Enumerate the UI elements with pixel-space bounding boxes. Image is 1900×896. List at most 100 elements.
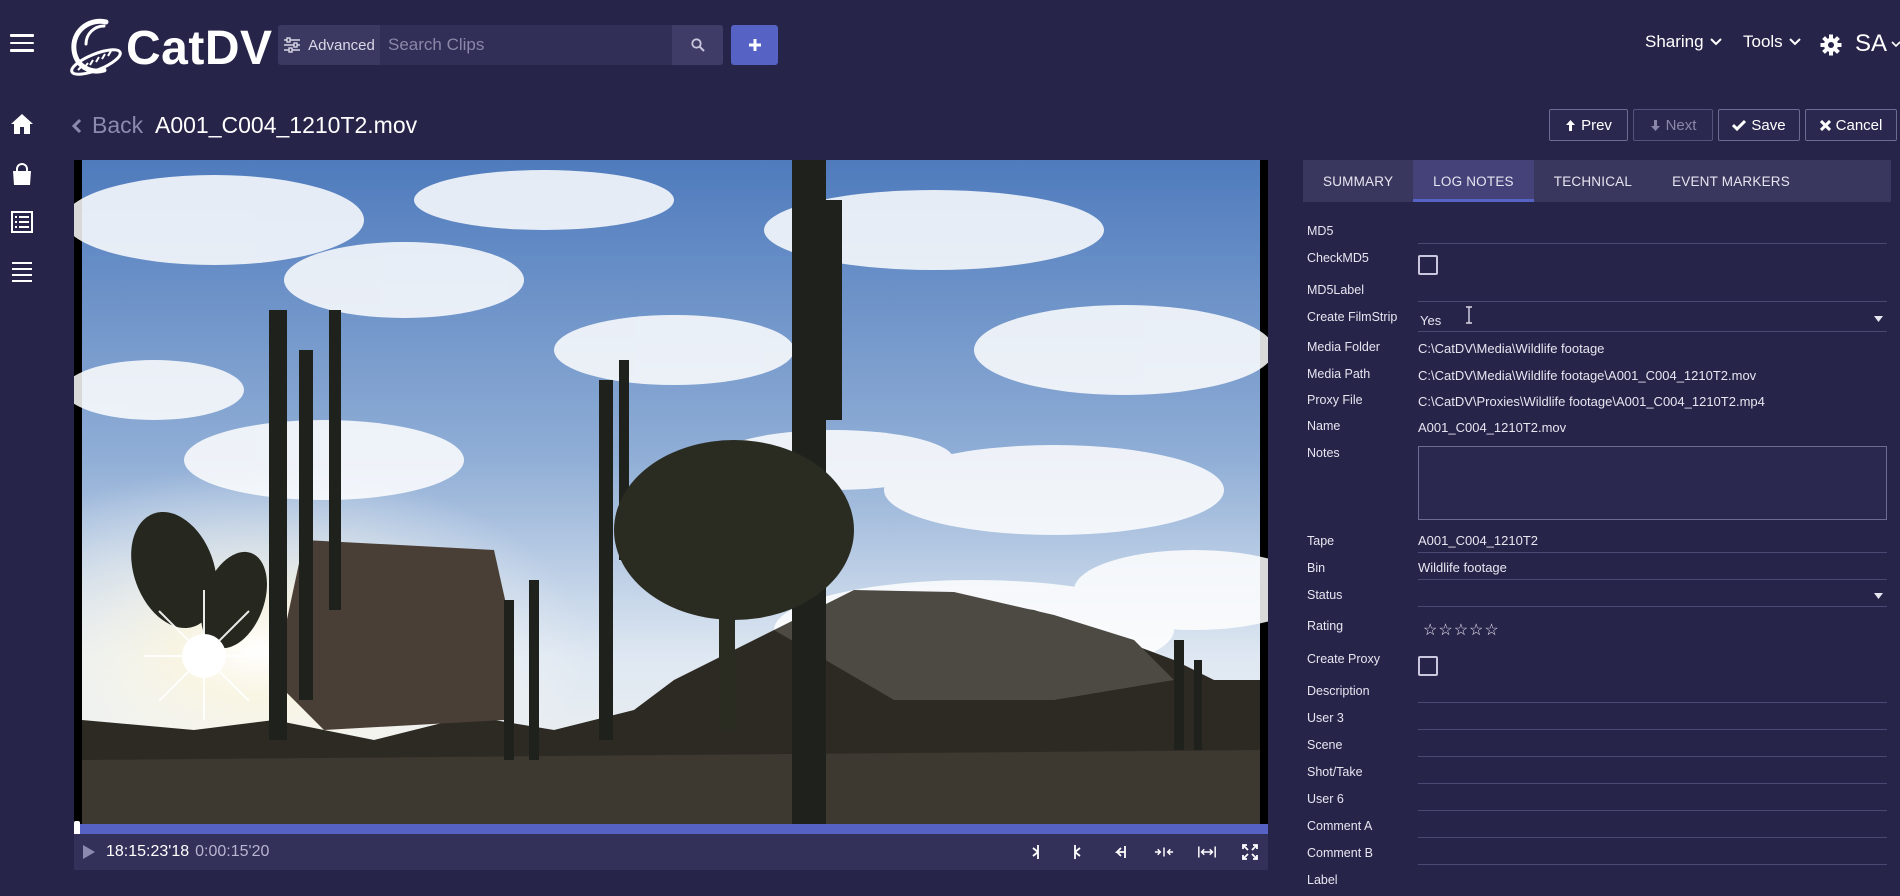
chevron-down-icon xyxy=(1788,38,1801,46)
expand-icon[interactable] xyxy=(1197,842,1217,862)
md5-input[interactable] xyxy=(1418,224,1887,244)
tab-log-notes[interactable]: LOG NOTES xyxy=(1413,160,1534,202)
catdv-logo-mark-icon xyxy=(70,18,122,76)
advanced-search-button[interactable]: Advanced xyxy=(278,25,380,65)
comment-b-input[interactable] xyxy=(1418,845,1887,865)
field-label: Rating xyxy=(1307,619,1344,633)
field-label: Bin xyxy=(1307,561,1326,575)
user-avatar[interactable]: SA xyxy=(1855,30,1900,58)
field-label: Proxy File xyxy=(1307,393,1363,407)
save-button[interactable]: Save xyxy=(1718,109,1800,141)
close-icon xyxy=(1819,119,1831,131)
field-label: Notes xyxy=(1307,446,1340,460)
detail-tabs: SUMMARY LOG NOTES TECHNICAL EVENT MARKER… xyxy=(1303,160,1891,202)
notes-textarea[interactable] xyxy=(1418,446,1887,520)
scrub-bar[interactable] xyxy=(74,821,1268,837)
field-label: Tape xyxy=(1307,534,1335,548)
sliders-icon xyxy=(284,37,301,53)
avatar-initials: SA xyxy=(1855,30,1888,57)
tools-menu[interactable]: Tools xyxy=(1743,32,1801,52)
search-bar: Advanced xyxy=(278,25,723,65)
advanced-label: Advanced xyxy=(308,36,375,54)
player-controls: 18:15:23'18 0:00:15'20 xyxy=(74,834,1268,870)
step-back-icon[interactable] xyxy=(1111,842,1131,862)
mark-in-icon[interactable] xyxy=(1025,842,1045,862)
back-link[interactable]: Back xyxy=(72,112,143,139)
description-input[interactable] xyxy=(1418,683,1887,703)
plus-icon xyxy=(748,39,761,51)
text-cursor-icon xyxy=(1466,306,1472,324)
field-label: Create FilmStrip xyxy=(1307,310,1398,324)
media-path-value: C:\CatDV\Media\Wildlife footage\A001_C00… xyxy=(1418,368,1757,383)
comment-a-input[interactable] xyxy=(1418,818,1887,838)
list-icon[interactable] xyxy=(10,259,34,283)
field-label: MD5 xyxy=(1307,224,1334,238)
bin-input[interactable]: Wildlife footage xyxy=(1418,560,1887,580)
tab-event-markers[interactable]: EVENT MARKERS xyxy=(1652,160,1810,202)
chevron-down-icon xyxy=(1709,38,1722,46)
next-button[interactable]: Next xyxy=(1633,109,1713,141)
field-label: CheckMD5 xyxy=(1307,251,1369,265)
tab-technical[interactable]: TECHNICAL xyxy=(1534,160,1652,202)
fullscreen-icon[interactable] xyxy=(1240,842,1260,862)
field-label: User 6 xyxy=(1307,792,1344,806)
create-filmstrip-select[interactable]: Yes xyxy=(1418,310,1887,332)
mark-out-icon[interactable] xyxy=(1068,842,1088,862)
search-input[interactable] xyxy=(380,25,672,65)
video-player[interactable] xyxy=(74,160,1268,824)
prev-button[interactable]: Prev xyxy=(1549,109,1628,141)
tape-input[interactable]: A001_C004_1210T2 xyxy=(1418,533,1887,553)
arrow-down-icon xyxy=(1650,119,1660,131)
caret-down-icon xyxy=(1874,593,1883,599)
page-title: A001_C004_1210T2.mov xyxy=(155,112,418,138)
play-icon[interactable] xyxy=(80,844,96,860)
app-name: CatDV xyxy=(126,21,273,75)
sharing-menu[interactable]: Sharing xyxy=(1645,32,1722,52)
search-button[interactable] xyxy=(672,25,723,65)
timecode: 18:15:23'18 xyxy=(106,843,190,860)
next-label: Next xyxy=(1665,116,1697,134)
back-label: Back xyxy=(92,112,144,138)
field-label: Comment B xyxy=(1307,846,1373,860)
top-bar: CatDV Advanced Sharing Tools xyxy=(0,0,1900,90)
md5label-input[interactable] xyxy=(1418,282,1887,302)
gear-icon[interactable] xyxy=(1820,34,1842,56)
media-folder-value: C:\CatDV\Media\Wildlife footage xyxy=(1418,341,1605,356)
field-label: User 3 xyxy=(1307,711,1344,725)
check-icon xyxy=(1732,119,1747,131)
duration: 0:00:15'20 xyxy=(195,843,270,860)
sharing-label: Sharing xyxy=(1645,32,1704,51)
create-proxy-checkbox[interactable] xyxy=(1418,656,1438,676)
tab-summary[interactable]: SUMMARY xyxy=(1303,160,1413,202)
home-icon[interactable] xyxy=(10,112,34,136)
catdv-logo[interactable]: CatDV xyxy=(66,16,273,80)
status-select[interactable] xyxy=(1418,587,1887,607)
video-frame xyxy=(74,160,1268,824)
field-label: Label xyxy=(1307,873,1338,887)
caret-down-icon xyxy=(1874,316,1883,322)
shrink-icon[interactable] xyxy=(1154,842,1174,862)
chevron-left-icon xyxy=(72,118,82,133)
add-button[interactable] xyxy=(731,25,778,65)
shot-take-input[interactable] xyxy=(1418,764,1887,784)
user3-input[interactable] xyxy=(1418,710,1887,730)
field-label-row: Label xyxy=(1307,872,1887,896)
user6-input[interactable] xyxy=(1418,791,1887,811)
field-label: Comment A xyxy=(1307,819,1373,833)
chevron-down-icon xyxy=(1891,40,1900,47)
scene-input[interactable] xyxy=(1418,737,1887,757)
checkmd5-checkbox[interactable] xyxy=(1418,255,1438,275)
proxy-file-value: C:\CatDV\Proxies\Wildlife footage\A001_C… xyxy=(1418,394,1765,409)
cancel-label: Cancel xyxy=(1835,116,1883,134)
field-label: Description xyxy=(1307,684,1370,698)
field-label: Scene xyxy=(1307,738,1343,752)
hamburger-menu-icon[interactable] xyxy=(10,34,34,52)
rating-stars[interactable]: ☆☆☆☆☆ xyxy=(1423,620,1500,640)
create-filmstrip-value: Yes xyxy=(1420,313,1442,328)
list-document-icon[interactable] xyxy=(10,210,34,234)
field-label: Create Proxy xyxy=(1307,652,1380,666)
field-label: Media Folder xyxy=(1307,340,1380,354)
shopping-bag-icon[interactable] xyxy=(10,163,34,187)
cancel-button[interactable]: Cancel xyxy=(1805,109,1897,141)
prev-label: Prev xyxy=(1581,116,1612,134)
